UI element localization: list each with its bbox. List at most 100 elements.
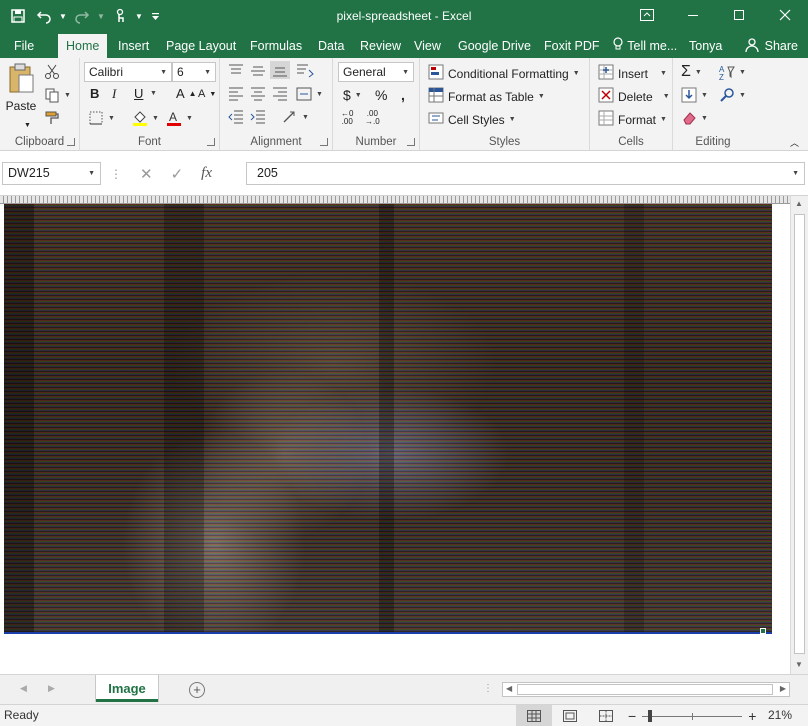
number-format-combo[interactable]: General ▼ [338,62,414,82]
cell-styles-button[interactable]: Cell Styles ▼ [428,110,516,129]
align-middle-icon[interactable] [250,64,266,78]
increase-font-icon[interactable]: A ▲ [176,86,197,101]
chevron-down-icon: ▼ [402,68,409,76]
page-break-view-icon[interactable] [588,705,624,726]
clear-icon[interactable]: ▼ [681,110,708,126]
autosum-icon[interactable]: Σ ▼ [681,63,702,81]
tab-page-layout[interactable]: Page Layout [158,34,244,58]
page-layout-view-icon[interactable] [552,705,588,726]
currency-button[interactable]: $ ▼ [343,87,362,103]
sheet-nav-next-icon[interactable]: ▶ [48,683,55,694]
chevron-down-icon: ▼ [792,170,799,177]
orientation-icon[interactable] [296,64,314,78]
tab-insert[interactable]: Insert [110,34,157,58]
percent-button[interactable]: % [375,87,387,103]
decrease-font-icon[interactable]: A ▼ [198,88,216,100]
text-direction-icon[interactable]: ▼ [282,110,309,124]
share-button[interactable]: Share [744,36,798,56]
currency-label: $ [343,87,351,103]
fill-handle[interactable] [760,628,766,634]
borders-icon[interactable]: ▼ [88,110,115,126]
decrease-decimal-icon[interactable]: .00 →.0 [365,110,380,126]
sheet-tab-image[interactable]: Image [96,675,158,702]
user-account[interactable]: Tonya [681,34,730,58]
align-top-icon[interactable] [228,64,244,78]
horizontal-scrollbar[interactable]: ◀ ▶ [502,682,790,697]
ribbon-display-options-icon[interactable] [624,0,670,30]
align-right-icon[interactable] [272,87,288,101]
zoom-slider[interactable] [642,709,743,723]
increase-indent-icon[interactable] [250,110,266,124]
zoom-in-icon[interactable]: + [748,708,756,724]
underline-button[interactable]: U [134,86,143,101]
insert-function-icon[interactable]: fx [201,165,212,182]
scroll-up-icon[interactable]: ▲ [795,199,803,208]
tab-google-drive[interactable]: Google Drive [450,34,539,58]
cut-icon[interactable] [44,64,60,80]
normal-view-icon[interactable] [516,705,552,726]
zoom-slider-knob[interactable] [648,710,653,722]
close-icon[interactable] [762,0,808,30]
vertical-scrollbar[interactable]: ▲ ▼ [790,196,808,674]
italic-button[interactable]: I [112,86,116,102]
align-bottom-icon[interactable] [270,61,290,79]
tab-foxit-pdf[interactable]: Foxit PDF [536,34,608,58]
worksheet-grid[interactable] [0,196,790,674]
scroll-right-icon[interactable]: ▶ [780,684,786,693]
cancel-icon[interactable]: ✕ [140,165,153,183]
align-center-icon[interactable] [250,87,266,101]
horizontal-scroll-thumb[interactable] [517,684,773,695]
merge-center-icon[interactable]: ▼ [296,87,323,101]
find-select-icon[interactable]: ▼ [719,87,746,103]
format-cells-button[interactable]: Format ▼ [598,110,667,129]
tab-home[interactable]: Home [58,34,108,58]
add-sheet-icon[interactable]: + [189,682,205,698]
insert-cells-button[interactable]: Insert ▼ [598,64,667,83]
minimize-icon[interactable] [670,0,716,30]
clipboard-group: Paste ▼ ▼ Clipboard [0,58,80,151]
tab-split-handle[interactable]: ⋮ [483,683,493,694]
scroll-left-icon[interactable]: ◀ [506,684,512,693]
conditional-formatting-button[interactable]: Conditional Formatting ▼ [428,64,580,83]
maximize-icon[interactable] [716,0,762,30]
number-launcher-icon[interactable] [407,138,415,146]
alignment-launcher-icon[interactable] [320,138,328,146]
pixel-image-cells[interactable] [4,204,772,634]
formula-input[interactable]: 205 ▼ [246,162,805,185]
delete-cells-button[interactable]: Delete ▼ [598,87,670,106]
fill-color-icon[interactable]: ▼ [132,110,159,126]
format-as-table-button[interactable]: Format as Table ▼ [428,87,545,106]
decrease-indent-icon[interactable] [228,110,244,124]
comma-button[interactable]: , [401,87,405,103]
format-painter-icon[interactable] [44,110,60,126]
collapse-ribbon-icon[interactable]: ︿ [790,136,799,149]
tab-review[interactable]: Review [352,34,409,58]
font-color-icon[interactable]: A ▼ [166,110,193,126]
font-launcher-icon[interactable] [207,138,215,146]
enter-icon[interactable]: ✓ [171,165,184,183]
increase-decimal-icon[interactable]: ←0.00 [341,110,353,126]
sort-filter-icon[interactable]: A Z ▼ [719,64,746,80]
tab-formulas[interactable]: Formulas [242,34,310,58]
fill-icon[interactable]: ▼ [681,87,708,103]
column-headers[interactable] [0,196,790,204]
clipboard-launcher-icon[interactable] [67,138,75,146]
font-size-combo[interactable]: 6 ▼ [172,62,216,82]
name-box[interactable]: DW215 ▼ [2,162,101,185]
tab-file[interactable]: File [6,34,42,58]
paste-button[interactable]: Paste [4,62,38,113]
font-name-combo[interactable]: Calibri ▼ [84,62,172,82]
underline-dropdown-icon[interactable]: ▼ [150,90,157,97]
scroll-down-icon[interactable]: ▼ [795,660,803,669]
bold-button[interactable]: B [90,86,99,101]
sheet-nav-prev-icon[interactable]: ◀ [20,683,27,694]
align-left-icon[interactable] [228,87,244,101]
copy-icon[interactable]: ▼ [44,87,71,103]
zoom-out-icon[interactable]: − [628,708,636,724]
vertical-scroll-thumb[interactable] [794,214,805,654]
paste-dropdown-icon[interactable]: ▼ [24,122,31,129]
tab-data[interactable]: Data [310,34,352,58]
zoom-percent[interactable]: 21% [768,708,792,722]
tab-view[interactable]: View [406,34,449,58]
tell-me-search[interactable]: Tell me... [608,34,685,58]
